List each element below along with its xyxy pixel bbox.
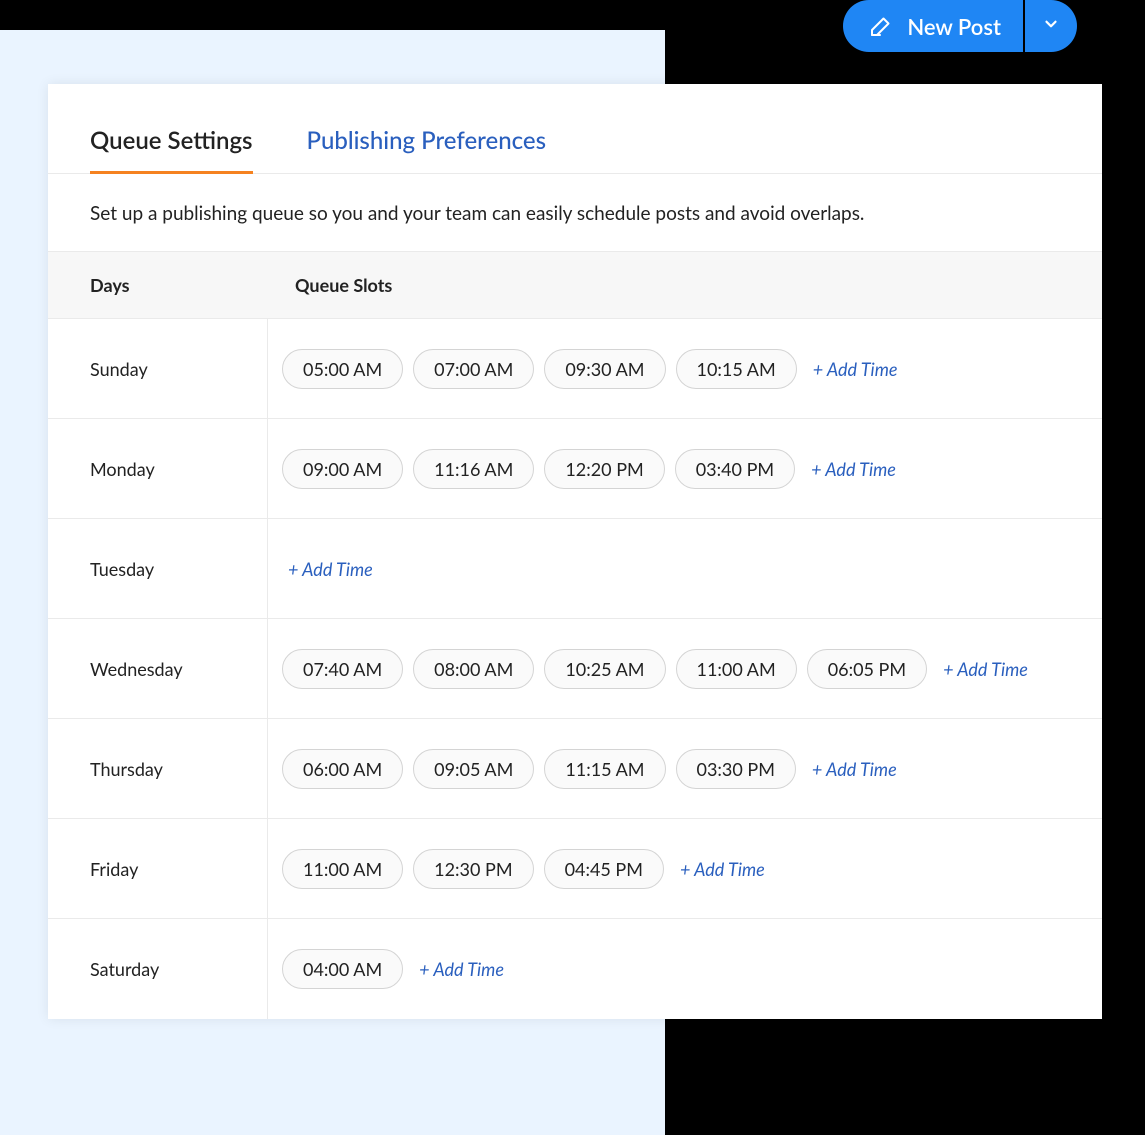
time-slot-pill[interactable]: 04:45 PM <box>544 849 664 889</box>
slots-cell: 09:00 AM11:16 AM12:20 PM 03:40 PM + Add Ti… <box>268 427 1102 511</box>
description-text: Set up a publishing queue so you and you… <box>48 174 1102 251</box>
new-post-button[interactable]: New Post <box>843 0 1023 52</box>
time-slot-pill[interactable]: 12:20 PM <box>544 449 664 489</box>
schedule-row: Friday 11:00 AM12:30 PM 04:45 PM + Add Time <box>48 819 1102 919</box>
add-time-button[interactable]: + Add Time <box>807 358 898 380</box>
time-slot-pill[interactable]: 03:30 PM <box>676 749 796 789</box>
time-slot-pill[interactable]: 04:00 AM <box>282 949 403 989</box>
table-header: Days Queue Slots <box>48 251 1102 319</box>
tab-label: Queue Settings <box>90 126 253 155</box>
new-post-label: New Post <box>907 13 1001 40</box>
time-slot-pill[interactable]: 09:00 AM <box>282 449 403 489</box>
schedule-row: Thursday 06:00 AM09:05 AM11:15 AM 03:30 PM… <box>48 719 1102 819</box>
day-cell: Tuesday <box>48 519 268 618</box>
tabs: Queue Settings Publishing Preferences <box>48 84 1102 174</box>
day-cell: Sunday <box>48 319 268 418</box>
time-slot-pill[interactable]: 03:40 PM <box>675 449 795 489</box>
chevron-down-icon <box>1042 15 1060 37</box>
add-time-button[interactable]: + Add Time <box>805 458 896 480</box>
slots-cell: 11:00 AM12:30 PM 04:45 PM + Add Time <box>268 827 1102 911</box>
tab-publishing-preferences[interactable]: Publishing Preferences <box>307 126 547 173</box>
time-slot-pill[interactable]: 11:00 AM <box>282 849 403 889</box>
time-slot-pill[interactable]: 11:15 AM <box>544 749 665 789</box>
column-header-days: Days <box>90 274 295 296</box>
time-slot-pill[interactable]: 07:00 AM <box>413 349 534 389</box>
day-cell: Friday <box>48 819 268 918</box>
add-time-button[interactable]: + Add Time <box>937 658 1028 680</box>
new-post-dropdown-toggle[interactable] <box>1025 0 1077 52</box>
day-cell: Wednesday <box>48 619 268 718</box>
day-cell: Saturday <box>48 919 268 1019</box>
schedule-row: Monday 09:00 AM11:16 AM12:20 PM 03:40 PM + … <box>48 419 1102 519</box>
time-slot-pill[interactable]: 10:25 AM <box>544 649 665 689</box>
slots-cell: 04:00 AM + Add Time <box>268 927 1102 1011</box>
new-post-button-group: New Post <box>843 0 1077 52</box>
time-slot-pill[interactable]: 11:16 AM <box>413 449 534 489</box>
slots-cell: 06:00 AM09:05 AM11:15 AM 03:30 PM + Add Ti… <box>268 727 1102 811</box>
schedule-row: Wednesday 07:40 AM08:00 AM10:25 AM 11:00 A… <box>48 619 1102 719</box>
schedule-rows: Sunday 05:00 AM07:00 AM09:30 AM 10:15 AM + … <box>48 319 1102 1019</box>
tab-queue-settings[interactable]: Queue Settings <box>90 126 253 173</box>
time-slot-pill[interactable]: 05:00 AM <box>282 349 403 389</box>
day-cell: Thursday <box>48 719 268 818</box>
time-slot-pill[interactable]: 06:00 AM <box>282 749 403 789</box>
compose-icon <box>869 14 893 38</box>
time-slot-pill[interactable]: 09:05 AM <box>413 749 534 789</box>
slots-cell: 05:00 AM07:00 AM09:30 AM 10:15 AM + Add Ti… <box>268 327 1102 411</box>
add-time-button[interactable]: + Add Time <box>282 558 373 580</box>
time-slot-pill[interactable]: 07:40 AM <box>282 649 403 689</box>
schedule-row: Tuesday + Add Time <box>48 519 1102 619</box>
queue-settings-card: Queue Settings Publishing Preferences Se… <box>48 84 1102 1019</box>
add-time-button[interactable]: + Add Time <box>413 958 504 980</box>
schedule-row: Saturday 04:00 AM + Add Time <box>48 919 1102 1019</box>
time-slot-pill[interactable]: 12:30 PM <box>413 849 533 889</box>
column-header-slots: Queue Slots <box>295 274 1060 296</box>
time-slot-pill[interactable]: 06:05 PM <box>807 649 927 689</box>
time-slot-pill[interactable]: 09:30 AM <box>544 349 665 389</box>
add-time-button[interactable]: + Add Time <box>806 758 897 780</box>
time-slot-pill[interactable]: 10:15 AM <box>676 349 797 389</box>
tab-label: Publishing Preferences <box>307 126 547 155</box>
schedule-row: Sunday 05:00 AM07:00 AM09:30 AM 10:15 AM + … <box>48 319 1102 419</box>
time-slot-pill[interactable]: 11:00 AM <box>676 649 797 689</box>
add-time-button[interactable]: + Add Time <box>674 858 765 880</box>
time-slot-pill[interactable]: 08:00 AM <box>413 649 534 689</box>
day-cell: Monday <box>48 419 268 518</box>
slots-cell: + Add Time <box>268 536 1102 602</box>
slots-cell: 07:40 AM08:00 AM10:25 AM 11:00 AM06:05 PM… <box>268 627 1102 711</box>
